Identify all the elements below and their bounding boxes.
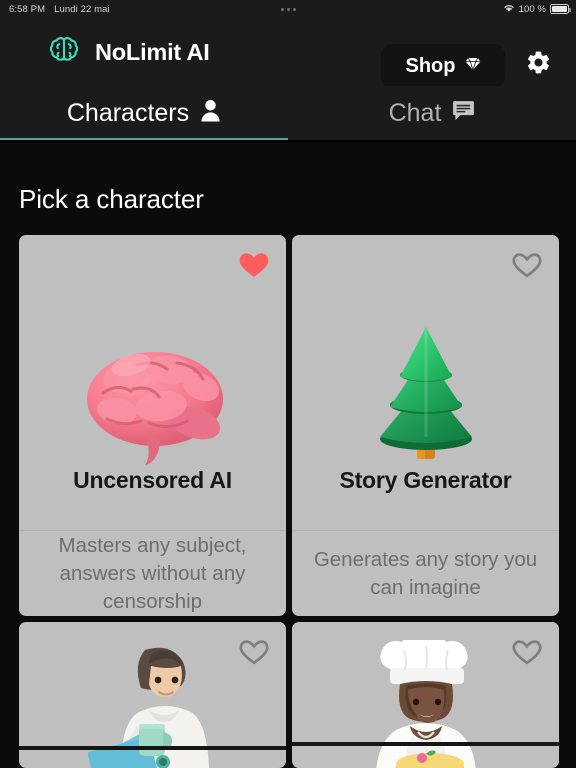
heart-outline-icon[interactable] bbox=[237, 634, 271, 668]
tab-bar: Characters Chat bbox=[0, 86, 576, 140]
brain-logo-icon bbox=[46, 32, 82, 73]
tab-characters[interactable]: Characters bbox=[0, 86, 288, 140]
illustration-desk-line bbox=[19, 746, 286, 750]
more-dots-icon bbox=[292, 7, 296, 11]
gear-icon bbox=[525, 49, 552, 81]
page-title: Pick a character bbox=[19, 184, 204, 214]
tab-chat[interactable]: Chat bbox=[288, 86, 576, 140]
illustration-desk-line bbox=[292, 742, 559, 746]
shop-button[interactable]: Shop bbox=[381, 44, 505, 88]
active-tab-indicator bbox=[0, 137, 288, 141]
status-bar-right: 100 % bbox=[503, 3, 571, 16]
heart-outline-icon[interactable] bbox=[510, 634, 544, 668]
battery-icon bbox=[550, 4, 571, 14]
shop-button-label: Shop bbox=[405, 54, 456, 77]
character-list-panel: Pick a character Uncensored AI Masters a… bbox=[0, 142, 576, 768]
wifi-icon bbox=[503, 3, 515, 16]
app-root: 6:58 PM Lundi 22 mai 100 % NoLimit AI Sh… bbox=[0, 0, 576, 768]
character-card[interactable]: Story Generator Generates any story you … bbox=[292, 235, 559, 616]
character-name: Story Generator bbox=[339, 467, 512, 493]
more-dots-icon bbox=[280, 7, 284, 11]
multitask-indicator[interactable] bbox=[0, 7, 576, 11]
app-bar: NoLimit AI Shop bbox=[0, 18, 576, 88]
tab-chat-label: Chat bbox=[388, 98, 442, 127]
heart-outline-icon[interactable] bbox=[510, 247, 544, 281]
battery-percent: 100 % bbox=[518, 3, 546, 15]
tab-characters-label: Characters bbox=[66, 98, 190, 127]
character-grid: Uncensored AI Masters any subject, answe… bbox=[19, 235, 559, 768]
settings-button[interactable] bbox=[521, 48, 555, 82]
status-bar: 6:58 PM Lundi 22 mai 100 % bbox=[0, 0, 576, 18]
heart-filled-icon[interactable] bbox=[237, 247, 271, 281]
app-title: NoLimit AI bbox=[95, 38, 210, 65]
character-description: Masters any subject, answers without any… bbox=[58, 533, 247, 613]
character-card[interactable]: Uncensored AI Masters any subject, answe… bbox=[19, 235, 286, 616]
person-icon bbox=[200, 99, 221, 127]
character-name: Uncensored AI bbox=[73, 467, 232, 493]
diamond-icon bbox=[465, 57, 481, 76]
character-card[interactable] bbox=[292, 622, 559, 768]
chat-bubble-icon bbox=[452, 100, 475, 127]
character-card[interactable] bbox=[19, 622, 286, 768]
more-dots-icon bbox=[286, 7, 290, 11]
brand: NoLimit AI bbox=[46, 32, 210, 73]
character-description: Generates any story you can imagine bbox=[313, 547, 538, 599]
